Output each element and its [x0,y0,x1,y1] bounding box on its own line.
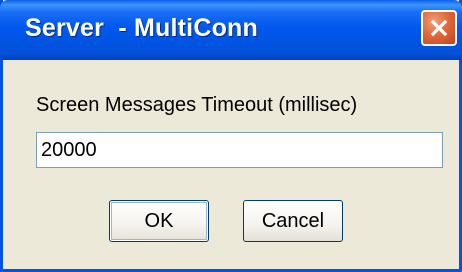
close-button[interactable] [421,10,457,46]
close-icon [430,19,448,37]
title-bar[interactable]: Server - MultiConn [0,0,462,60]
timeout-label: Screen Messages Timeout (millisec) [36,94,358,116]
cancel-button[interactable]: Cancel [243,200,343,242]
dialog-window: Server - MultiConn Screen Messages Timeo… [0,0,462,272]
window-title: Server - MultiConn [25,14,258,42]
timeout-input[interactable] [36,132,443,168]
ok-button[interactable]: OK [109,200,209,242]
